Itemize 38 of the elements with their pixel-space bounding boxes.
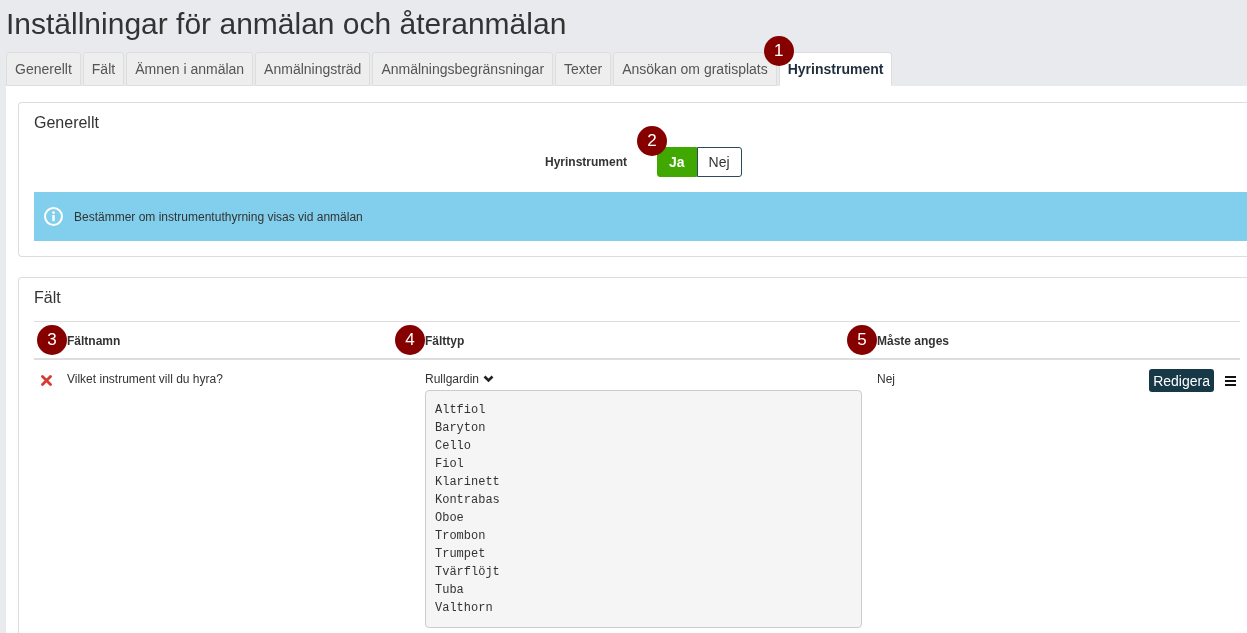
callout-badge: 4: [395, 325, 425, 355]
tab[interactable]: Ämnen i anmälan: [126, 52, 254, 86]
tab[interactable]: Fält: [82, 52, 125, 86]
setting-label: Hyrinstrument: [545, 155, 627, 169]
toggle-option[interactable]: Nej: [696, 147, 742, 177]
option-text: Cello: [435, 438, 472, 455]
callout-badge: 5: [847, 325, 877, 355]
field-type-toggle[interactable]: Rullgardin: [425, 372, 495, 386]
option-text: Trombon: [435, 528, 487, 545]
field-name: Vilket instrument vill du hyra?: [67, 372, 223, 386]
tab[interactable]: Texter: [555, 52, 612, 86]
info-icon: [44, 207, 63, 226]
option-text: Trumpet: [435, 546, 487, 563]
info-text: Bestämmer om instrumentuthyrning visas vid anmälan: [74, 208, 363, 225]
option-text: Fiol: [435, 456, 465, 473]
tab[interactable]: Anmälningsbegränsningar: [372, 52, 554, 86]
tab[interactable]: Anmälningsträd: [255, 52, 371, 86]
option-text: Tvärflöjt: [435, 564, 501, 581]
required-value: Nej: [877, 372, 895, 386]
page-title: Inställningar för anmälan och återanmälan: [5, 6, 568, 42]
cross-icon[interactable]: [41, 375, 52, 386]
option-text: Altfiol: [435, 402, 487, 419]
column-header: Fälttyp: [425, 334, 465, 348]
panel-title: Generellt: [34, 113, 100, 133]
callout-badge: 2: [637, 126, 667, 156]
option-text: Oboe: [435, 510, 465, 527]
option-text: Valthorn: [435, 600, 494, 617]
option-text: Baryton: [435, 420, 487, 437]
option-text: Kontrabas: [435, 492, 501, 509]
column-header: Måste anges: [877, 334, 950, 348]
tab[interactable]: Generellt: [6, 52, 81, 86]
edit-button[interactable]: Redigera: [1149, 369, 1214, 392]
menu-icon[interactable]: [1225, 376, 1236, 386]
callout-badge: 3: [37, 325, 67, 355]
panel-title: Fält: [34, 288, 62, 308]
column-header: Fältnamn: [67, 334, 121, 348]
option-text: Klarinett: [435, 474, 501, 491]
option-text: Tuba: [435, 582, 465, 599]
